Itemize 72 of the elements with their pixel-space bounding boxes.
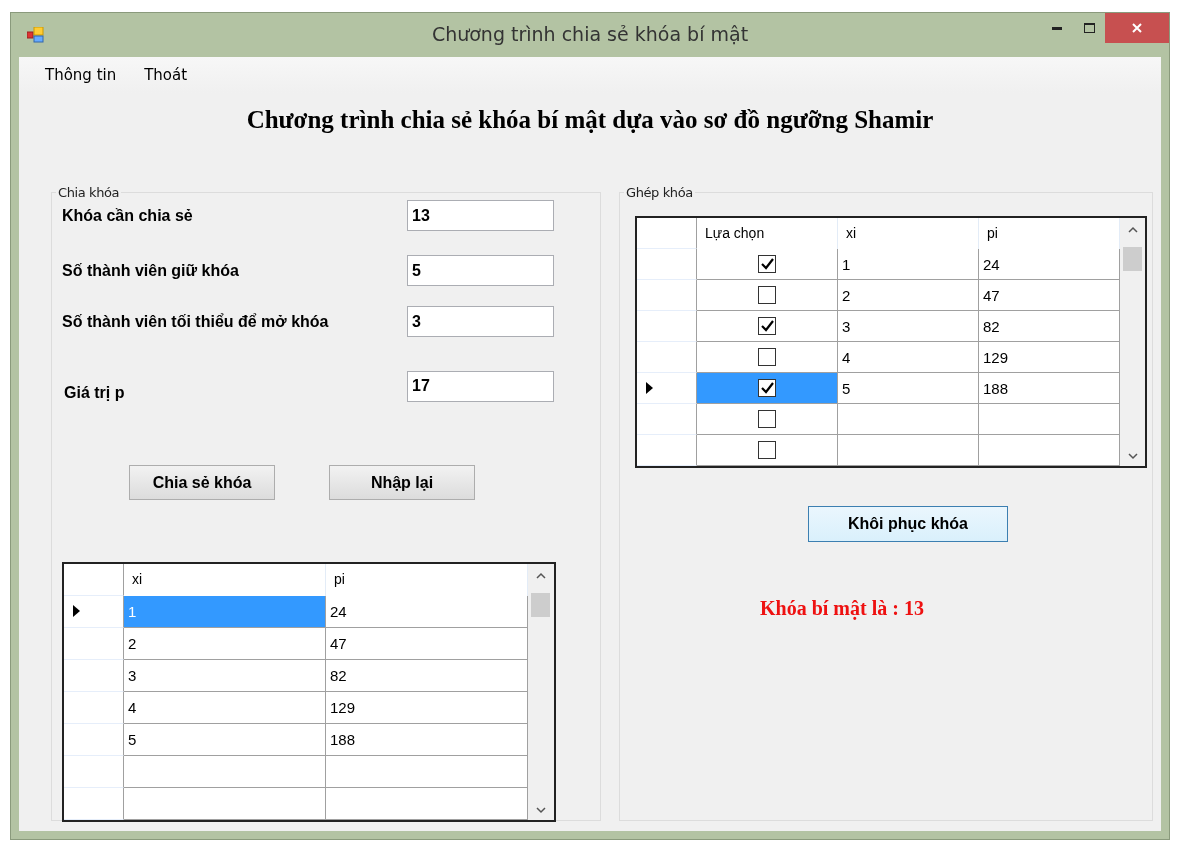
scroll-down-icon[interactable] bbox=[1127, 453, 1138, 460]
checkbox[interactable] bbox=[758, 316, 776, 335]
column-header[interactable]: xi bbox=[124, 564, 326, 596]
table-cell: 188 bbox=[326, 723, 528, 756]
row-pointer-icon bbox=[646, 381, 653, 394]
checkbox-cell[interactable] bbox=[697, 341, 838, 373]
checkbox-cell[interactable] bbox=[697, 403, 838, 435]
checkbox-cell[interactable] bbox=[697, 279, 838, 311]
app-icon bbox=[27, 27, 45, 43]
checkbox-cell[interactable] bbox=[697, 434, 838, 466]
close-icon bbox=[1132, 23, 1142, 33]
input-field[interactable]: 5 bbox=[407, 255, 554, 286]
table-cell: 2 bbox=[838, 279, 979, 311]
checkbox-cell[interactable] bbox=[697, 372, 838, 404]
table-cell: 4 bbox=[838, 341, 979, 373]
table-cell: 1 bbox=[838, 248, 979, 280]
table-cell: 82 bbox=[326, 659, 528, 692]
checkbox[interactable] bbox=[758, 254, 776, 273]
input-field[interactable]: 3 bbox=[407, 306, 554, 337]
scroll-thumb[interactable] bbox=[1123, 247, 1142, 271]
column-header[interactable]: xi bbox=[838, 218, 979, 249]
checkbox[interactable] bbox=[758, 409, 776, 428]
table-cell: 5 bbox=[124, 723, 326, 756]
checkbox[interactable] bbox=[758, 441, 776, 459]
reset-button[interactable]: Nhập lại bbox=[329, 465, 475, 500]
check-icon bbox=[760, 319, 774, 332]
table-cell: 5 bbox=[838, 372, 979, 404]
scroll-up-icon[interactable] bbox=[535, 572, 546, 579]
check-icon bbox=[760, 257, 774, 270]
menu-item[interactable]: Thông tin bbox=[45, 66, 117, 84]
table-cell: 129 bbox=[326, 691, 528, 724]
input-field[interactable]: 17 bbox=[407, 370, 554, 402]
column-header[interactable]: Lựa chọn bbox=[697, 218, 838, 249]
table-cell: 24 bbox=[979, 248, 1120, 280]
result-text: Khóa bí mật là : 13 bbox=[760, 597, 925, 620]
recover-key-button[interactable]: Khôi phục khóa bbox=[808, 506, 1008, 542]
window-title: Chương trình chia sẻ khóa bí mật bbox=[431, 23, 749, 45]
row-pointer-icon bbox=[73, 605, 80, 618]
row-header[interactable] bbox=[64, 595, 124, 628]
checkbox[interactable] bbox=[758, 378, 776, 397]
share-key-button[interactable]: Chia sẻ khóa bbox=[129, 465, 275, 500]
check-icon bbox=[760, 381, 774, 394]
input-field[interactable]: 13 bbox=[407, 200, 554, 231]
table-cell: 4 bbox=[124, 691, 326, 724]
table-cell: 47 bbox=[979, 279, 1120, 311]
scroll-up-icon[interactable] bbox=[1127, 226, 1138, 233]
checkbox-cell[interactable] bbox=[697, 310, 838, 342]
field-label: Số thành viên giữ khóa bbox=[62, 261, 239, 280]
checkbox-cell[interactable] bbox=[697, 248, 838, 280]
group-title: Chia khóa bbox=[57, 185, 121, 200]
table-cell: 3 bbox=[838, 310, 979, 342]
table-cell: 3 bbox=[124, 659, 326, 692]
table-cell: 188 bbox=[979, 372, 1120, 404]
minimize-icon bbox=[1052, 26, 1062, 30]
group-title: Ghép khóa bbox=[625, 185, 694, 200]
table-cell: 24 bbox=[326, 595, 528, 628]
field-label: Giá trị p bbox=[63, 383, 125, 402]
menu-item[interactable]: Thoát bbox=[144, 66, 188, 84]
row-header[interactable] bbox=[637, 372, 697, 404]
page-heading: Chương trình chia sẻ khóa bí mật dựa vào sơ đồ ngưỡng Shamir bbox=[246, 106, 934, 133]
scroll-thumb[interactable] bbox=[531, 593, 550, 617]
field-label: Khóa cần chia sẻ bbox=[62, 206, 193, 225]
table-cell: 2 bbox=[124, 627, 326, 660]
checkbox[interactable] bbox=[758, 285, 776, 304]
checkbox[interactable] bbox=[758, 347, 776, 366]
field-label: Số thành viên tối thiểu để mở khóa bbox=[62, 312, 329, 331]
scroll-down-icon[interactable] bbox=[535, 807, 546, 814]
table-cell: 47 bbox=[326, 627, 528, 660]
table-cell: 82 bbox=[979, 310, 1120, 342]
table-cell: 129 bbox=[979, 341, 1120, 373]
table-cell: 1 bbox=[124, 595, 326, 628]
maximize-icon bbox=[1083, 23, 1095, 33]
